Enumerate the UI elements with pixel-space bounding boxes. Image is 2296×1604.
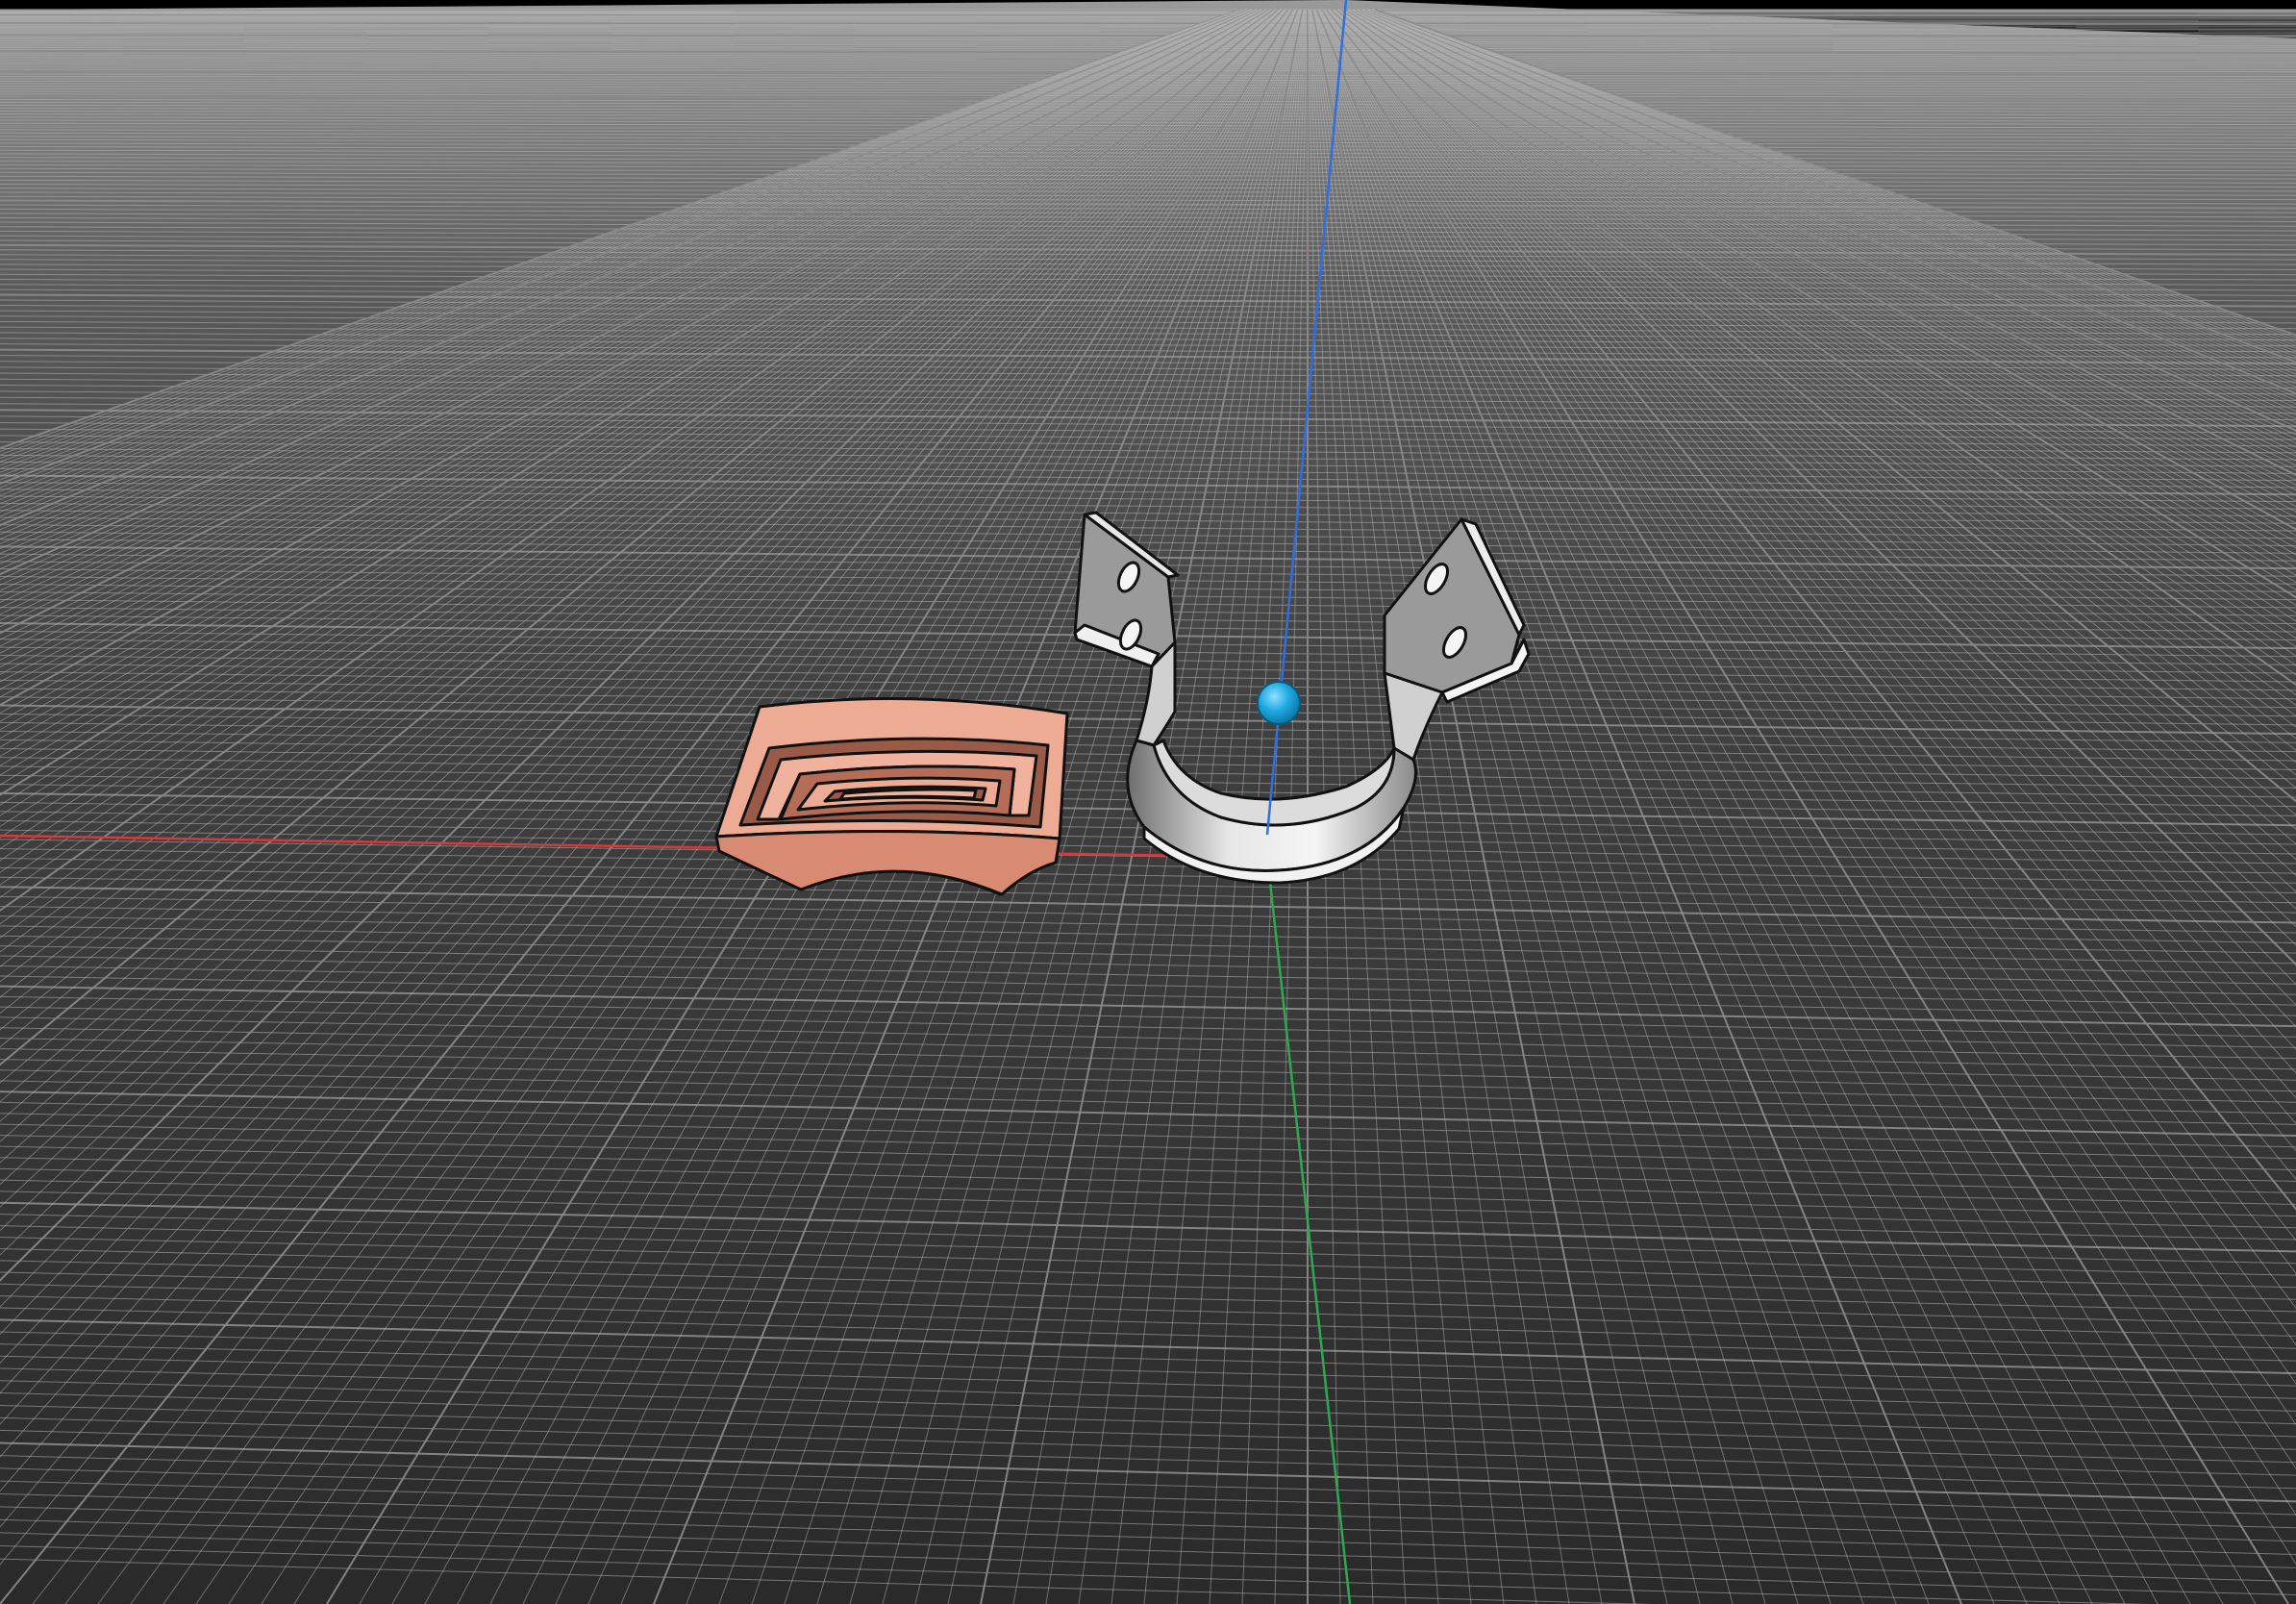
spiral-inner-tongue [838, 788, 978, 801]
spiral-block-object[interactable] [714, 697, 1069, 896]
scene-canvas[interactable] [0, 0, 2296, 1604]
3d-viewport[interactable] [0, 0, 2296, 1604]
grid-line [0, 24, 2296, 27]
grid-line [0, 34, 2296, 38]
pivot-handle[interactable] [1257, 681, 1301, 725]
grid-line [0, 25, 2296, 28]
grid-line [0, 23, 2296, 26]
grid-line [0, 22, 2296, 25]
